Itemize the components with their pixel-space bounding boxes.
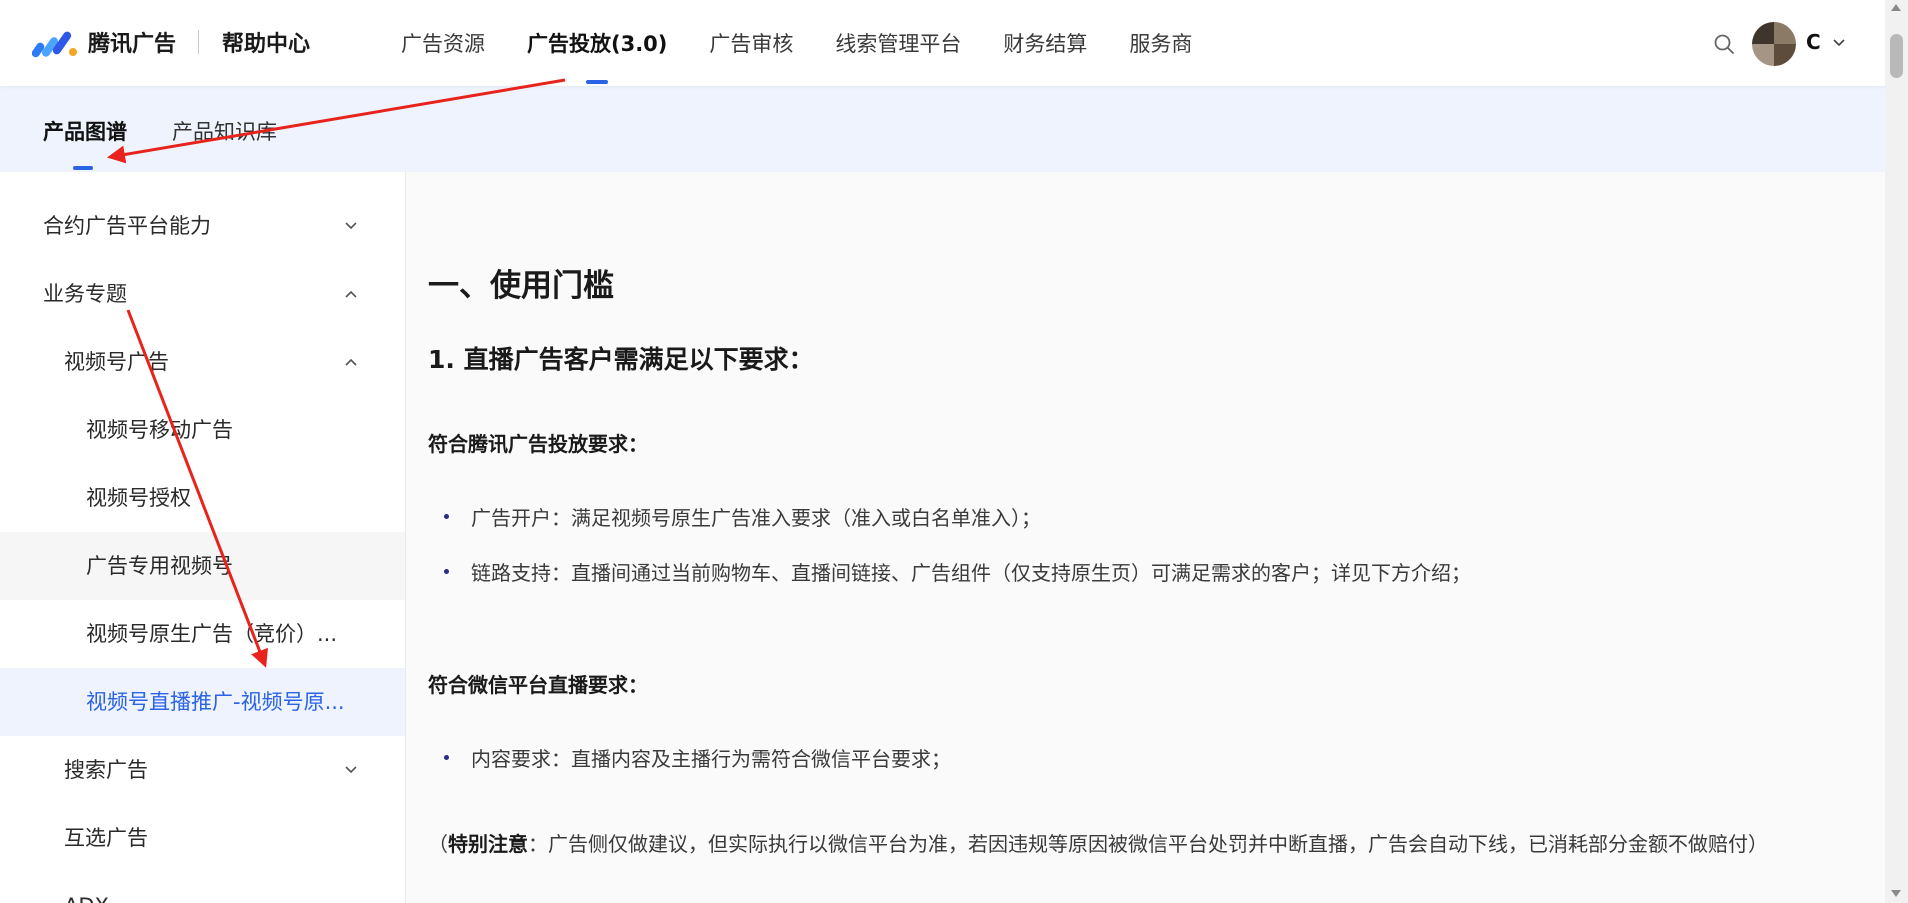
note-emphasis: 特别注意	[448, 832, 528, 856]
sidebar-item-label: 视频号移动广告	[86, 418, 233, 442]
tencent-ads-logo-icon[interactable]	[32, 28, 78, 58]
nav-item-ad-delivery[interactable]: 广告投放(3.0)	[506, 0, 688, 86]
subsection-heading: 1. 直播广告客户需满足以下要求：	[428, 345, 814, 374]
list-item: 链路支持：直播间通过当前购物车、直播间链接、广告组件（仅支持原生页）可满足需求的…	[444, 557, 1471, 586]
sub-navigation-bar: 产品图谱 产品知识库	[0, 86, 1885, 172]
top-navigation-bar: 腾讯广告 帮助中心 广告资源 广告投放(3.0) 广告审核 线索管理平台 财务结…	[0, 0, 1885, 86]
sidebar-item-channels-ads[interactable]: 视频号广告	[0, 328, 405, 396]
sidebar-item-label: ADX	[64, 872, 109, 903]
nav-item-leads-platform[interactable]: 线索管理平台	[814, 0, 982, 86]
sidebar-item-label: 互选广告	[64, 826, 148, 850]
requirement-title-tencent: 符合腾讯广告投放要求：	[428, 432, 648, 456]
nav-item-ad-review[interactable]: 广告审核	[688, 0, 814, 86]
sidebar-item-channels-authorization[interactable]: 视频号授权	[0, 464, 405, 532]
chevron-up-icon[interactable]	[344, 355, 358, 369]
sidebar-item-label: 视频号原生广告（竞价）...	[86, 622, 338, 646]
sidebar-item-search-ads[interactable]: 搜索广告	[0, 736, 405, 804]
brand-divider	[198, 30, 199, 54]
user-name[interactable]: C	[1806, 30, 1821, 54]
sidebar-item-label: 视频号授权	[86, 486, 191, 510]
scroll-down-arrow-icon[interactable]	[1891, 890, 1901, 897]
active-tab-indicator	[73, 166, 93, 170]
sidebar-item-label: 搜索广告	[64, 758, 148, 782]
nav-item-finance[interactable]: 财务结算	[982, 0, 1108, 86]
bullet-dot-icon	[444, 514, 449, 519]
article-content: 一、使用门槛 1. 直播广告客户需满足以下要求： 符合腾讯广告投放要求： 广告开…	[406, 172, 1885, 903]
section-heading: 一、使用门槛	[428, 268, 614, 304]
nav-item-service-providers[interactable]: 服务商	[1108, 0, 1213, 86]
chevron-up-icon[interactable]	[344, 287, 358, 301]
sidebar-item-label: 视频号直播推广-视频号原...	[86, 690, 345, 714]
tab-product-map[interactable]: 产品图谱	[43, 116, 127, 146]
avatar[interactable]	[1752, 22, 1796, 66]
list-item-text: 内容要求：直播内容及主播行为需符合微信平台要求；	[471, 747, 951, 771]
sidebar-item-label: 合约广告平台能力	[43, 214, 211, 238]
scrollbar-thumb[interactable]	[1890, 34, 1903, 78]
requirement-title-wechat: 符合微信平台直播要求：	[428, 673, 648, 697]
search-icon[interactable]	[1713, 33, 1735, 55]
tab-knowledge-base[interactable]: 产品知识库	[172, 116, 277, 146]
nav-item-ad-resources[interactable]: 广告资源	[380, 0, 506, 86]
sidebar-item-live-promotion[interactable]: 视频号直播推广-视频号原...	[0, 668, 405, 736]
sidebar-item-mutual-selection-ads[interactable]: 互选广告	[0, 804, 405, 872]
bullet-dot-icon	[444, 755, 449, 760]
sidebar-item-business-topics[interactable]: 业务专题	[0, 260, 405, 328]
scroll-up-arrow-icon[interactable]	[1891, 4, 1901, 11]
chevron-down-icon[interactable]	[344, 219, 358, 233]
sidebar-item-label: 广告专用视频号	[86, 554, 233, 578]
note-text: ：广告侧仅做建议，但实际执行以微信平台为准，若因违规等原因被微信平台处罚并中断直…	[528, 832, 1768, 856]
brand-name[interactable]: 腾讯广告	[88, 26, 176, 58]
sidebar-item-channels-mobile-ads[interactable]: 视频号移动广告	[0, 396, 405, 464]
sidebar-item-dedicated-channels[interactable]: 广告专用视频号	[0, 532, 405, 600]
bullet-dot-icon	[444, 569, 449, 574]
sidebar-item-label: 业务专题	[43, 282, 127, 306]
list-item: 内容要求：直播内容及主播行为需符合微信平台要求；	[444, 743, 951, 772]
sidebar-item-adx[interactable]: ADX	[0, 872, 405, 903]
sidebar-item-label: 视频号广告	[64, 350, 169, 374]
chevron-down-icon[interactable]	[1832, 36, 1846, 50]
chevron-down-icon[interactable]	[344, 763, 358, 777]
special-note: （特别注意：广告侧仅做建议，但实际执行以微信平台为准，若因违规等原因被微信平台处…	[428, 826, 1868, 862]
sidebar-item-native-bidding-ads[interactable]: 视频号原生广告（竞价）...	[0, 600, 405, 668]
sidebar: 合约广告平台能力 业务专题 视频号广告 视频号移动广告 视频号授权 广告专用视频…	[0, 172, 406, 903]
page-scrollbar[interactable]	[1885, 0, 1908, 903]
sidebar-item-contract-ads[interactable]: 合约广告平台能力	[0, 192, 405, 260]
list-item-text: 广告开户：满足视频号原生广告准入要求（准入或白名单准入）；	[471, 506, 1041, 530]
main-nav: 广告资源 广告投放(3.0) 广告审核 线索管理平台 财务结算 服务商	[380, 0, 1213, 86]
help-center-title[interactable]: 帮助中心	[222, 26, 310, 58]
note-prefix: （	[428, 832, 448, 856]
list-item: 广告开户：满足视频号原生广告准入要求（准入或白名单准入）；	[444, 502, 1041, 531]
list-item-text: 链路支持：直播间通过当前购物车、直播间链接、广告组件（仅支持原生页）可满足需求的…	[471, 561, 1471, 585]
